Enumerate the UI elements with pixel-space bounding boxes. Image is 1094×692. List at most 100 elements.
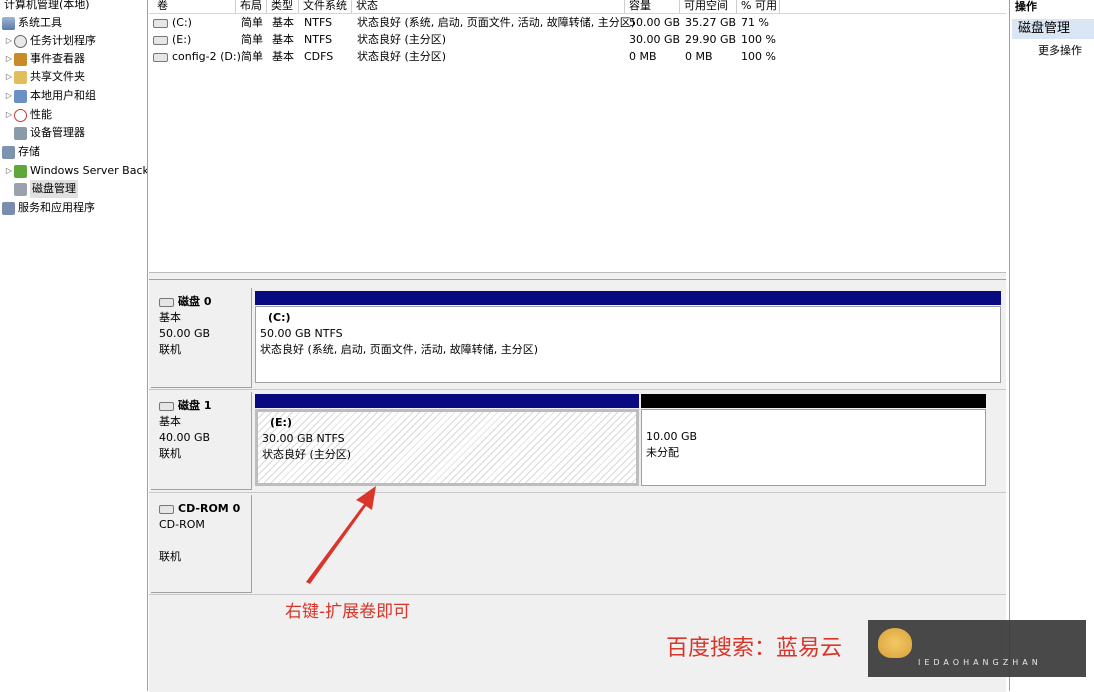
percent-free-cell: 100 %: [741, 50, 776, 63]
partition-size: 30.00 GB NTFS: [262, 432, 345, 445]
tree-item-system-tools[interactable]: 系统工具: [2, 14, 62, 32]
tree-item-label: 存储: [18, 145, 40, 158]
tree-item-event-viewer[interactable]: ▷ 事件查看器: [4, 50, 85, 68]
expand-arrow-icon[interactable]: ▷: [4, 32, 14, 50]
partition-e[interactable]: (E:) 30.00 GB NTFS 状态良好 (主分区): [255, 409, 639, 486]
tree-item-performance[interactable]: ▷ 性能: [4, 106, 52, 124]
expand-arrow-icon[interactable]: ▷: [4, 162, 14, 180]
free-space-cell: 29.90 GB: [685, 33, 737, 46]
tree-item-shared-folders[interactable]: ▷ 共享文件夹: [4, 68, 85, 86]
partition-bar-e: [255, 394, 639, 408]
partition-name: (E:): [270, 416, 292, 429]
partition-c[interactable]: (C:) 50.00 GB NTFS 状态良好 (系统, 启动, 页面文件, 活…: [255, 306, 1001, 383]
disk-management-icon: [14, 182, 27, 196]
column-header-free-space[interactable]: 可用空间: [680, 0, 737, 13]
disk-status: 联机: [159, 343, 181, 356]
volume-row-e[interactable]: (E:) 简单 基本 NTFS 状态良好 (主分区) 30.00 GB 29.9…: [149, 31, 1006, 48]
disk-type: 基本: [159, 415, 181, 428]
windows-server-backup-icon: [14, 164, 27, 178]
tree-item-task-scheduler[interactable]: ▷ 任务计划程序: [4, 32, 96, 50]
tree-root-label: 计算机管理(本地): [4, 0, 90, 11]
row-divider: [149, 389, 1006, 390]
watermark: IEDAOHANGZHAN: [868, 620, 1086, 677]
tree-root[interactable]: 计算机管理(本地): [4, 0, 90, 14]
cd-drive-icon: [153, 52, 168, 62]
shared-folder-icon: [14, 70, 27, 84]
tree-item-label: 服务和应用程序: [18, 201, 95, 214]
drive-icon: [153, 18, 168, 28]
tree-item-storage[interactable]: 存储: [2, 143, 40, 161]
expand-arrow-icon[interactable]: ▷: [4, 106, 14, 124]
expand-arrow-icon[interactable]: ▷: [4, 68, 14, 86]
layout-cell: 简单: [241, 50, 263, 63]
device-manager-icon: [14, 126, 27, 140]
disk-name: CD-ROM 0: [178, 502, 241, 515]
event-viewer-icon: [14, 52, 27, 66]
volume-name: (E:): [172, 33, 192, 46]
more-actions-link[interactable]: 更多操作: [1038, 42, 1082, 58]
capacity-cell: 50.00 GB: [629, 16, 681, 29]
actions-pane: 操作 磁盘管理 更多操作: [1009, 0, 1094, 691]
actions-title: 操作: [1015, 0, 1037, 13]
filesystem-cell: NTFS: [304, 33, 333, 46]
tree-item-windows-server-backup[interactable]: ▷ Windows Server Back: [4, 162, 147, 180]
disk-size: 40.00 GB: [159, 431, 211, 444]
capacity-cell: 30.00 GB: [629, 33, 681, 46]
volume-name: config-2 (D:): [172, 50, 241, 63]
volume-name: (C:): [172, 16, 192, 29]
tree-item-local-users[interactable]: ▷ 本地用户和组: [4, 87, 96, 105]
column-header-status[interactable]: 状态: [352, 0, 625, 13]
partition-name: (C:): [268, 311, 291, 324]
percent-free-cell: 100 %: [741, 33, 776, 46]
percent-free-cell: 71 %: [741, 16, 769, 29]
volume-row-c[interactable]: (C:) 简单 基本 NTFS 状态良好 (系统, 启动, 页面文件, 活动, …: [149, 14, 1006, 31]
expand-arrow-icon[interactable]: ▷: [4, 87, 14, 105]
column-header-layout[interactable]: 布局: [236, 0, 267, 13]
type-cell: 基本: [272, 33, 294, 46]
column-header-filesystem[interactable]: 文件系统: [299, 0, 352, 13]
partition-size: 50.00 GB NTFS: [260, 327, 343, 340]
disk-1-label[interactable]: 磁盘 1 基本 40.00 GB 联机: [151, 392, 252, 490]
expand-arrow-icon[interactable]: ▷: [4, 50, 14, 68]
volume-list-header: 卷 布局 类型 文件系统 状态 容量 可用空间 % 可用: [149, 0, 1006, 14]
column-header-volume[interactable]: 卷: [153, 0, 236, 13]
tree-item-disk-management[interactable]: 磁盘管理: [14, 180, 78, 198]
status-cell: 状态良好 (系统, 启动, 页面文件, 活动, 故障转储, 主分区): [357, 16, 636, 29]
partition-bar-c: [255, 291, 1001, 305]
tree-item-device-manager[interactable]: 设备管理器: [14, 124, 85, 142]
partition-unallocated[interactable]: 10.00 GB 未分配: [641, 409, 986, 486]
disk-status: 联机: [159, 447, 181, 460]
disk-name: 磁盘 0: [178, 295, 212, 308]
storage-icon: [2, 145, 15, 159]
search-hint-text: 百度搜索：蓝易云: [666, 636, 843, 661]
type-cell: 基本: [272, 50, 294, 63]
tree-item-label: 本地用户和组: [30, 89, 96, 102]
tree-item-label: 性能: [30, 108, 52, 121]
volume-row-d[interactable]: config-2 (D:) 简单 基本 CDFS 状态良好 (主分区) 0 MB…: [149, 48, 1006, 65]
tools-icon: [2, 16, 15, 30]
row-divider: [149, 492, 1006, 493]
free-space-cell: 35.27 GB: [685, 16, 737, 29]
annotation-text: 右键-扩展卷即可: [285, 602, 411, 622]
disk-0-label[interactable]: 磁盘 0 基本 50.00 GB 联机: [151, 288, 252, 388]
actions-section-disk-management[interactable]: 磁盘管理: [1012, 19, 1094, 39]
console-tree: 计算机管理(本地) 系统工具 ▷ 任务计划程序 ▷ 事件查看器 ▷ 共享文件夹 …: [0, 0, 148, 691]
filesystem-cell: CDFS: [304, 50, 334, 63]
column-header-capacity[interactable]: 容量: [625, 0, 680, 13]
disk-size: 50.00 GB: [159, 327, 211, 340]
column-header-type[interactable]: 类型: [267, 0, 299, 13]
disk-type: 基本: [159, 311, 181, 324]
free-space-cell: 0 MB: [685, 50, 713, 63]
partition-status: 状态良好 (主分区): [262, 448, 352, 461]
annotation-arrow-icon: [306, 486, 376, 584]
lotus-logo-icon: [878, 628, 912, 658]
disk-0-name-row: 磁盘 0: [159, 294, 251, 310]
tree-item-label: 任务计划程序: [30, 34, 96, 47]
tree-item-label: 设备管理器: [30, 126, 85, 139]
cdrom-0-label[interactable]: CD-ROM 0 CD-ROM 联机: [151, 495, 252, 593]
volume-name-cell: (C:): [153, 14, 192, 31]
column-header-percent-free[interactable]: % 可用: [737, 0, 780, 13]
tree-item-services-apps[interactable]: 服务和应用程序: [2, 199, 95, 217]
disk-type: CD-ROM: [159, 518, 205, 531]
